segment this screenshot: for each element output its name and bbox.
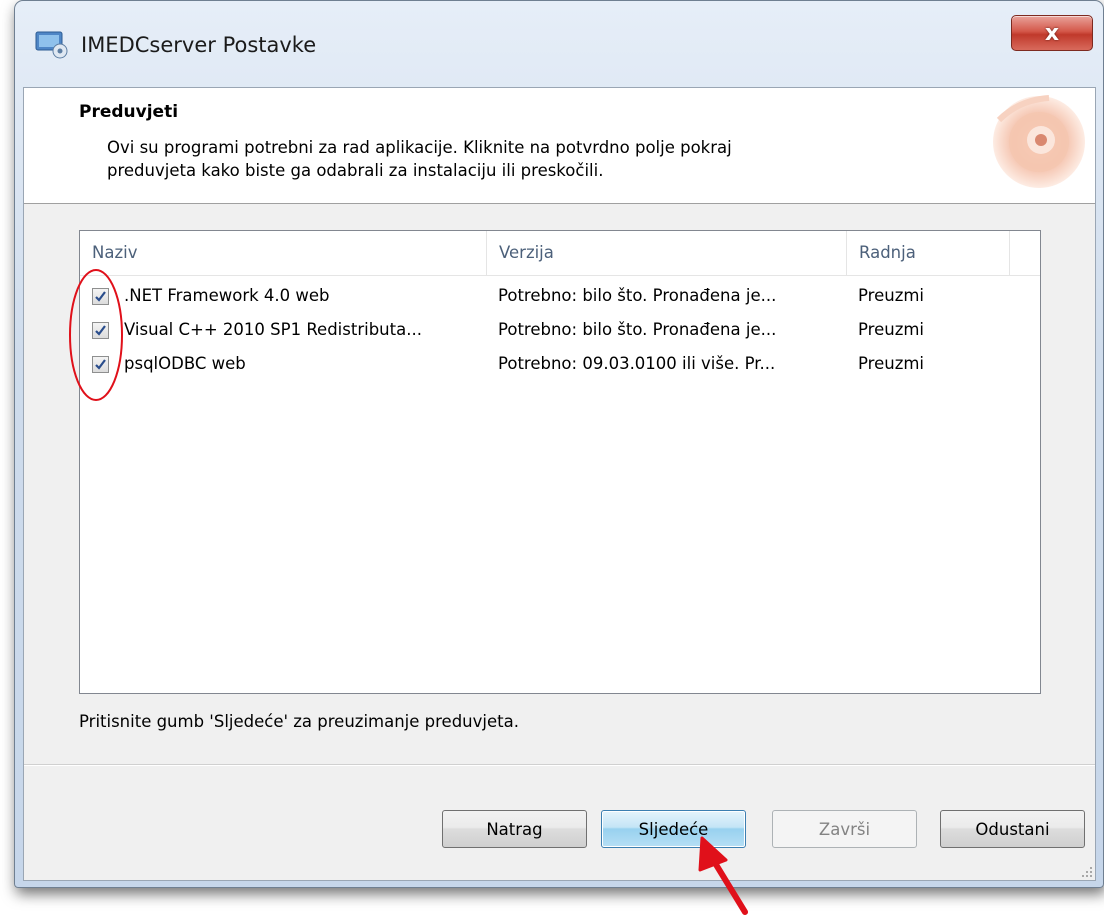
- column-header-name[interactable]: Naziv: [80, 231, 487, 275]
- list-item[interactable]: psqlODBC web Potrebno: 09.03.0100 ili vi…: [80, 349, 1040, 383]
- list-header: Naziv Verzija Radnja: [80, 231, 1040, 276]
- prerequisite-checkbox[interactable]: [92, 322, 109, 339]
- description-line-1: Ovi su programi potrebni za rad aplikaci…: [107, 138, 732, 157]
- prerequisite-version: Potrebno: 09.03.0100 ili više. Pr...: [498, 354, 776, 373]
- installer-window: IMEDCserver Postavke x Preduvjeti Ovi su…: [14, 0, 1104, 888]
- prerequisite-action: Preuzmi: [858, 286, 925, 305]
- column-header-action[interactable]: Radnja: [847, 231, 1010, 275]
- window-title: IMEDCserver Postavke: [81, 33, 317, 57]
- prerequisite-action: Preuzmi: [858, 320, 925, 339]
- resize-grip-icon[interactable]: [1079, 864, 1093, 878]
- setup-disc-icon: [993, 95, 1085, 188]
- prerequisite-name: psqlODBC web: [124, 354, 246, 373]
- column-header-version[interactable]: Verzija: [487, 231, 847, 275]
- prerequisite-checkbox[interactable]: [92, 288, 109, 305]
- page-title: Preduvjeti: [79, 102, 179, 122]
- next-button[interactable]: Sljedeće: [601, 810, 746, 848]
- finish-button: Završi: [772, 810, 917, 848]
- back-button[interactable]: Natrag: [442, 810, 587, 848]
- description-line-2: preduvjeta kako biste ga odabrali za ins…: [107, 161, 604, 180]
- prerequisites-list[interactable]: Naziv Verzija Radnja .NET Framework 4.0 …: [79, 230, 1041, 694]
- page-description: Ovi su programi potrebni za rad aplikaci…: [107, 136, 907, 182]
- cancel-button[interactable]: Odustani: [940, 810, 1085, 848]
- prerequisite-version: Potrebno: bilo što. Pronađena je...: [498, 320, 777, 339]
- footer-divider: [24, 764, 1095, 766]
- close-icon: x: [1044, 20, 1060, 46]
- app-icon: [35, 31, 68, 59]
- prerequisite-action: Preuzmi: [858, 354, 925, 373]
- title-bar[interactable]: IMEDCserver Postavke x: [15, 1, 1103, 87]
- list-item[interactable]: Visual C++ 2010 SP1 Redistributa... Potr…: [80, 315, 1040, 349]
- prerequisite-name: Visual C++ 2010 SP1 Redistributa...: [124, 320, 422, 339]
- list-item[interactable]: .NET Framework 4.0 web Potrebno: bilo št…: [80, 281, 1040, 315]
- checkmark-icon: [95, 325, 106, 336]
- checkmark-icon: [95, 291, 106, 302]
- prerequisite-version: Potrebno: bilo što. Pronađena je...: [498, 286, 777, 305]
- checkmark-icon: [95, 359, 106, 370]
- close-button[interactable]: x: [1011, 15, 1093, 51]
- instruction-text: Pritisnite gumb 'Sljedeće' za preuzimanj…: [79, 712, 519, 731]
- prerequisite-name: .NET Framework 4.0 web: [124, 286, 330, 305]
- client-area: Preduvjeti Ovi su programi potrebni za r…: [23, 87, 1096, 881]
- prerequisite-checkbox[interactable]: [92, 356, 109, 373]
- wizard-header: Preduvjeti Ovi su programi potrebni za r…: [24, 88, 1095, 204]
